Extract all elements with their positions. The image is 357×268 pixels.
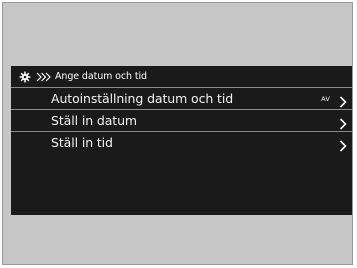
menu-item-set-time[interactable]: Ställ in tid bbox=[11, 131, 352, 153]
gear-icon bbox=[19, 71, 31, 83]
chevron-right-icon bbox=[339, 115, 347, 130]
status-value: AV bbox=[321, 94, 330, 103]
settings-menu: Autoinställning datum och tid AV Ställ i… bbox=[11, 87, 352, 153]
breadcrumb: Ange datum och tid bbox=[11, 66, 352, 87]
chevron-right-icon bbox=[339, 93, 347, 108]
chevron-right-icon bbox=[339, 137, 347, 152]
menu-item-label: Autoinställning datum och tid bbox=[51, 91, 234, 106]
menu-item-label: Ställ in tid bbox=[51, 135, 113, 150]
menu-item-auto-date-time[interactable]: Autoinställning datum och tid AV bbox=[11, 87, 352, 109]
settings-screen: Ange datum och tid Autoinställning datum… bbox=[11, 66, 352, 215]
page-title: Ange datum och tid bbox=[55, 71, 147, 82]
menu-item-set-date[interactable]: Ställ in datum bbox=[11, 109, 352, 131]
menu-item-label: Ställ in datum bbox=[51, 113, 137, 128]
image-frame: Ange datum och tid Autoinställning datum… bbox=[2, 2, 353, 265]
breadcrumb-separator-icon bbox=[36, 71, 52, 83]
